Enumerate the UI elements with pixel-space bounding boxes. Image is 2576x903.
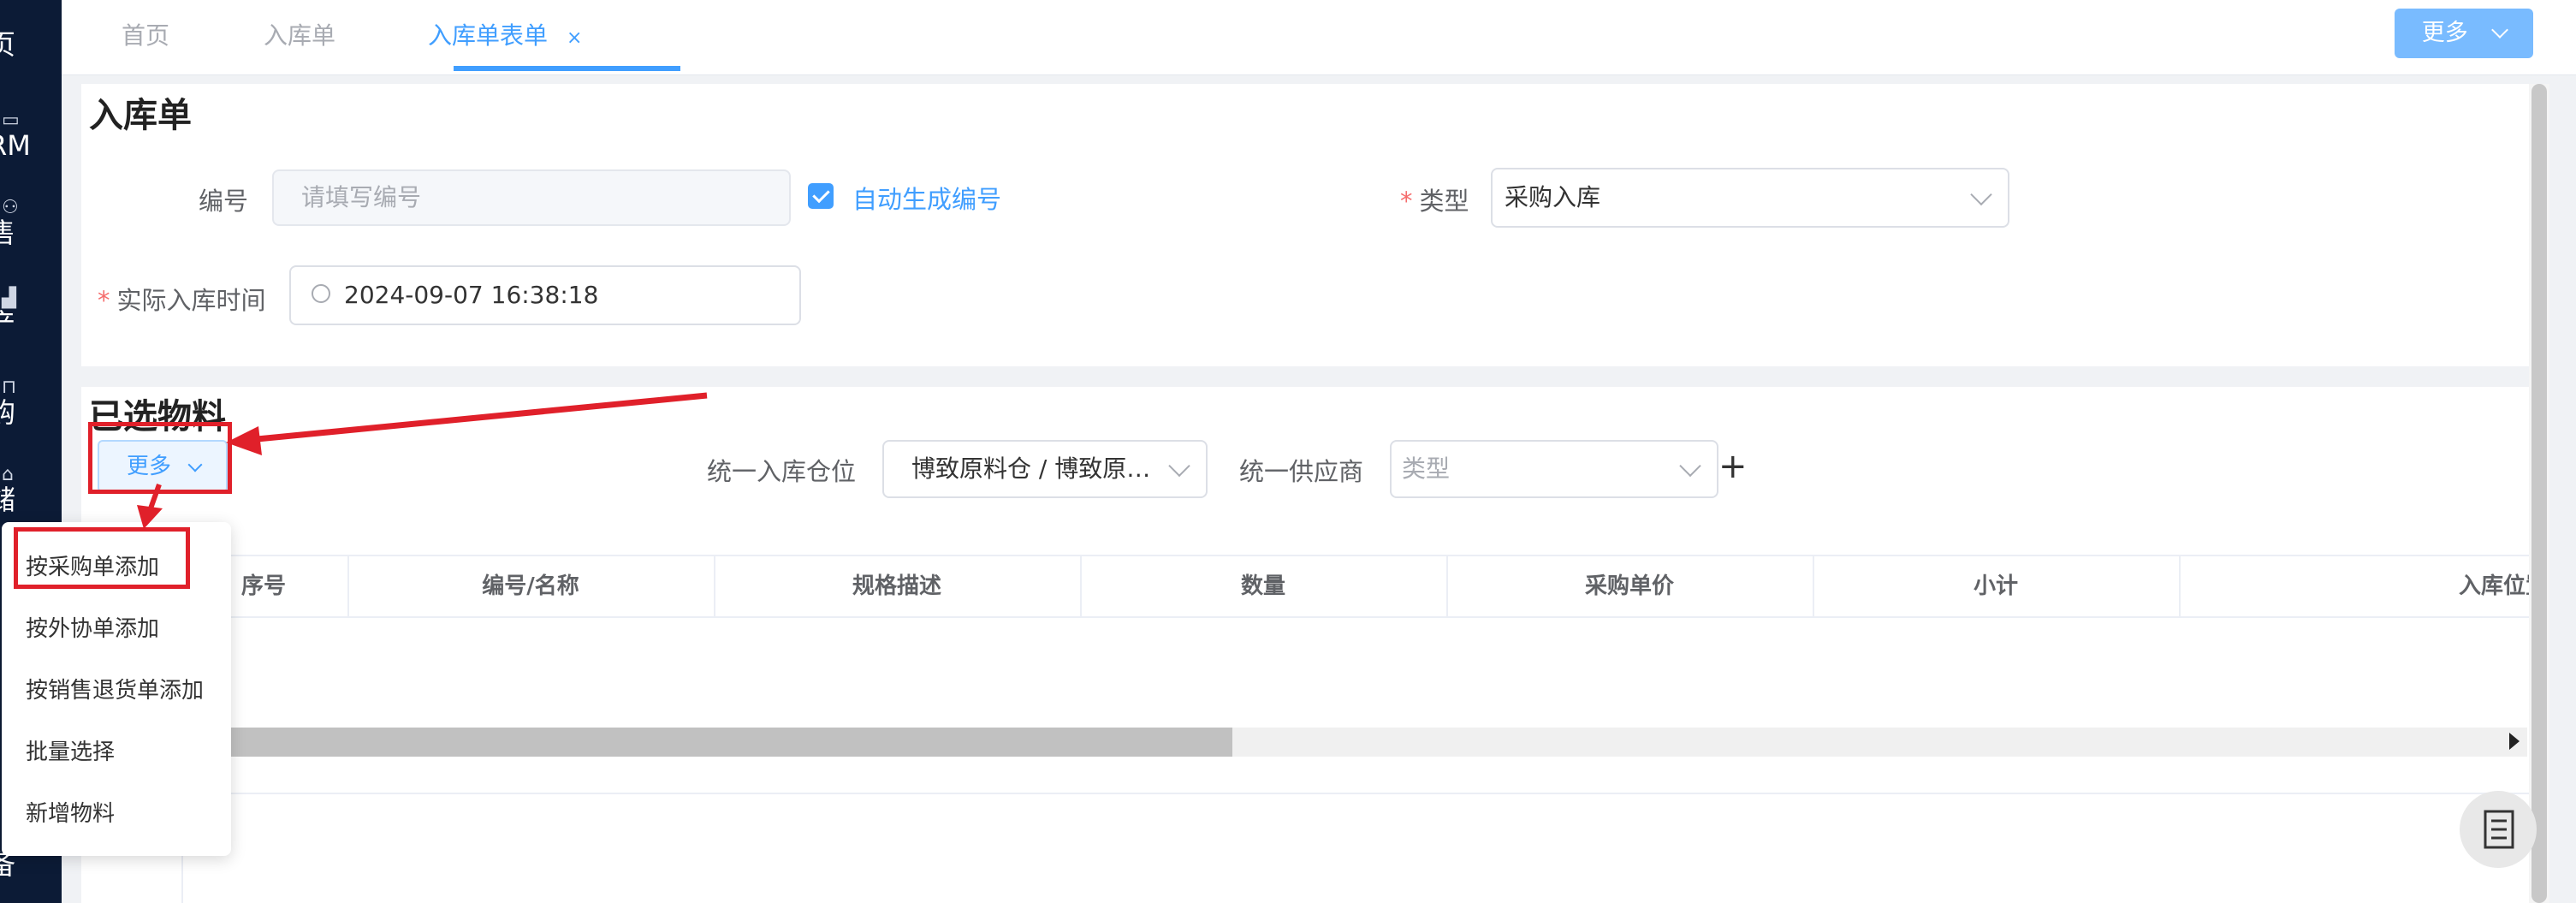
annotation-arrow-head xyxy=(137,505,163,529)
annotation-arrows xyxy=(137,392,708,529)
annotation-arrow-line xyxy=(247,392,708,443)
document-float-button[interactable] xyxy=(2460,791,2537,868)
annotation-arrow-head xyxy=(226,426,262,455)
document-icon xyxy=(2484,810,2514,849)
annotation-arrow-line xyxy=(148,483,162,510)
